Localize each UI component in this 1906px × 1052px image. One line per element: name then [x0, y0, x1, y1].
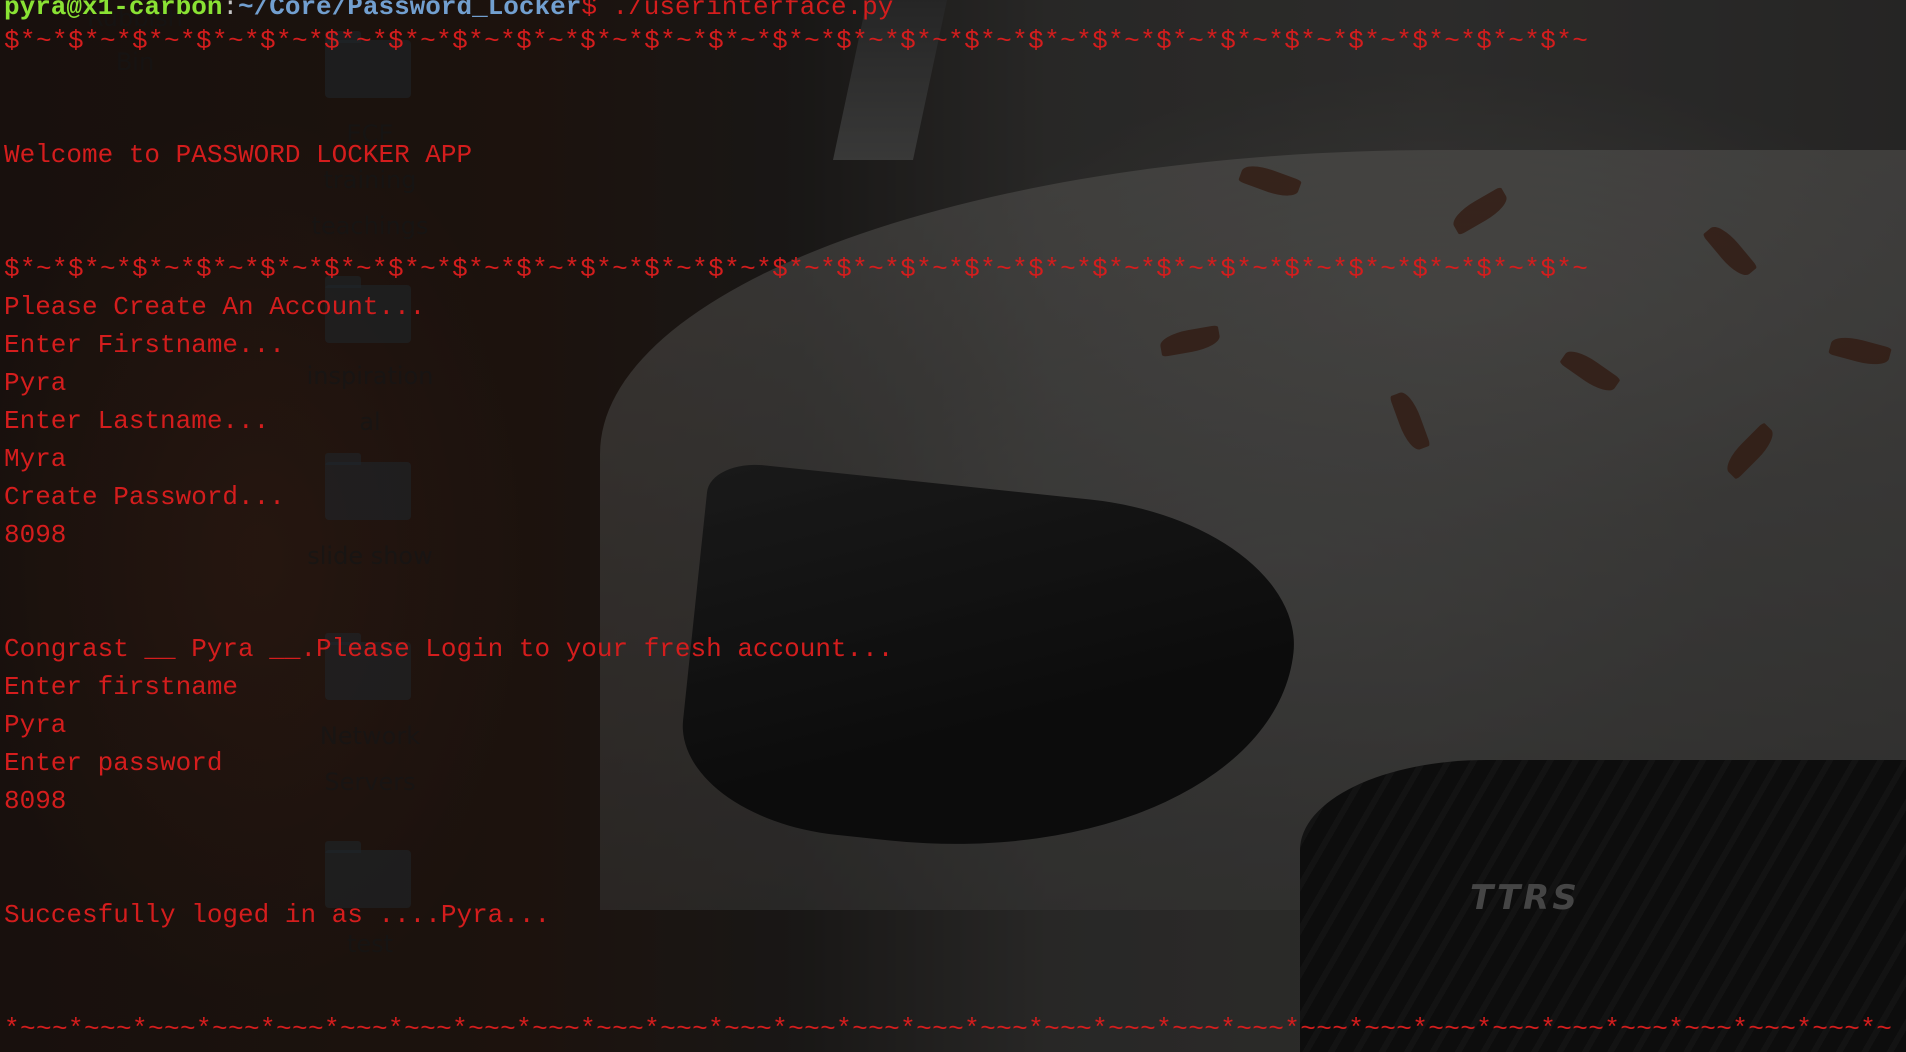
separator-line: *~~~*~~~*~~~*~~~*~~~*~~~*~~~*~~~*~~~*~~~… [4, 1014, 1893, 1044]
create-account-prompt: Please Create An Account... [4, 292, 426, 322]
prompt-path: ~/Core/Password_Locker [238, 0, 582, 22]
login-password-prompt: Enter password [4, 748, 223, 778]
prompt-command: ./userinterface.py [596, 0, 894, 22]
login-password-value: 8098 [4, 786, 67, 816]
login-firstname-prompt: Enter firstname [4, 672, 239, 702]
success-message: Succesfully loged in as ....Pyra... [4, 900, 551, 930]
password-value: 8098 [4, 520, 67, 550]
separator-line: $*~*$*~*$*~*$*~*$*~*$*~*$*~*$*~*$*~*$*~*… [4, 26, 1589, 56]
login-firstname-value: Pyra [4, 710, 67, 740]
welcome-message: Welcome to PASSWORD LOCKER APP [4, 140, 473, 170]
terminal-window[interactable]: pyra@x1-carbon:~/Core/Password_Locker$ .… [0, 0, 1906, 1052]
firstname-prompt: Enter Firstname... [4, 330, 285, 360]
desktop-screen: TTRS Rubbish Bin ECE training teachings … [0, 0, 1906, 1052]
firstname-value: Pyra [4, 368, 67, 398]
lastname-value: Myra [4, 444, 67, 474]
password-prompt: Create Password... [4, 482, 285, 512]
prompt-dollar: $ [581, 0, 597, 22]
prompt-user-host: pyra@x1-carbon [4, 0, 223, 22]
lastname-prompt: Enter Lastname... [4, 406, 270, 436]
separator-line: $*~*$*~*$*~*$*~*$*~*$*~*$*~*$*~*$*~*$*~*… [4, 254, 1589, 284]
congrats-message: Congrast __ Pyra __.Please Login to your… [4, 634, 894, 664]
shell-prompt-line: pyra@x1-carbon:~/Core/Password_Locker$ .… [4, 0, 893, 22]
prompt-colon: : [222, 0, 239, 22]
